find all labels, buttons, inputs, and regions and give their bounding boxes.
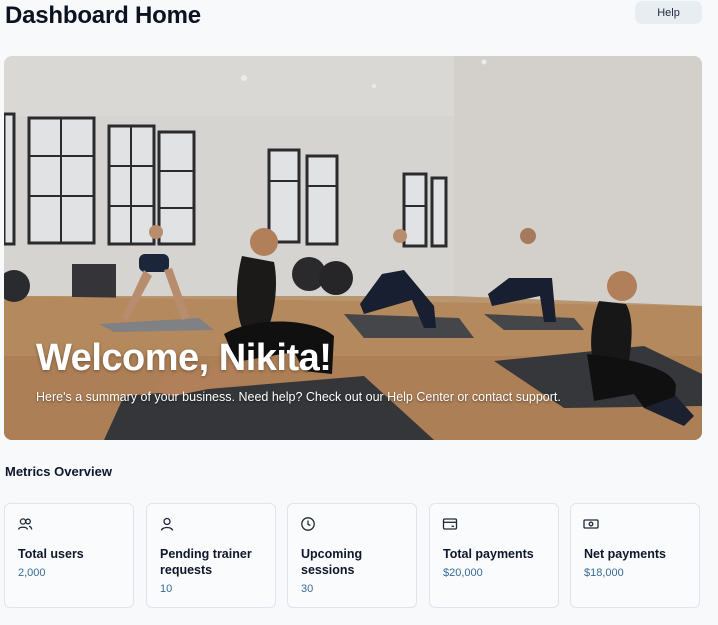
clock-icon: [301, 517, 315, 531]
metric-card-net-payments: Net payments $18,000: [570, 503, 700, 608]
metric-label: Total payments: [443, 547, 534, 561]
metric-card-pending-trainer-requests: Pending trainer requests 10: [146, 503, 276, 608]
metrics-overview: Total users 2,000 Pending trainer reques…: [4, 503, 702, 610]
hero-banner: Welcome, Nikita! Here's a summary of you…: [4, 56, 702, 440]
hero-welcome-title: Welcome, Nikita!: [36, 337, 332, 379]
user-icon: [160, 517, 174, 531]
metric-label: Total users: [18, 547, 84, 561]
hero-subtitle: Here's a summary of your business. Need …: [36, 390, 561, 404]
metrics-section-title: Metrics Overview: [5, 464, 112, 479]
metric-value: 2,000: [18, 567, 46, 579]
help-button[interactable]: Help: [635, 1, 702, 24]
credit-card-icon: [442, 518, 458, 530]
metric-value: $18,000: [584, 567, 624, 579]
metric-value: 10: [160, 583, 173, 595]
metric-label: Net payments: [584, 547, 666, 561]
dashboard-page: Dashboard Home Help Welcome, Nikita! Her…: [0, 0, 718, 625]
yoga-class-photo: [4, 56, 702, 440]
metric-label: Pending trainer requests: [160, 547, 252, 577]
metric-card-total-users: Total users 2,000: [4, 503, 134, 608]
page-title: Dashboard Home: [5, 2, 201, 29]
metric-label: Upcoming sessions: [301, 547, 363, 577]
page-header: Dashboard Home Help: [0, 0, 718, 36]
users-icon: [17, 518, 33, 530]
metric-card-total-payments: Total payments $20,000: [429, 503, 559, 608]
metric-value: 30: [301, 583, 314, 595]
metric-card-upcoming-sessions: Upcoming sessions 30: [287, 503, 417, 608]
metric-value: $20,000: [443, 567, 483, 579]
banknote-icon: [583, 519, 599, 529]
